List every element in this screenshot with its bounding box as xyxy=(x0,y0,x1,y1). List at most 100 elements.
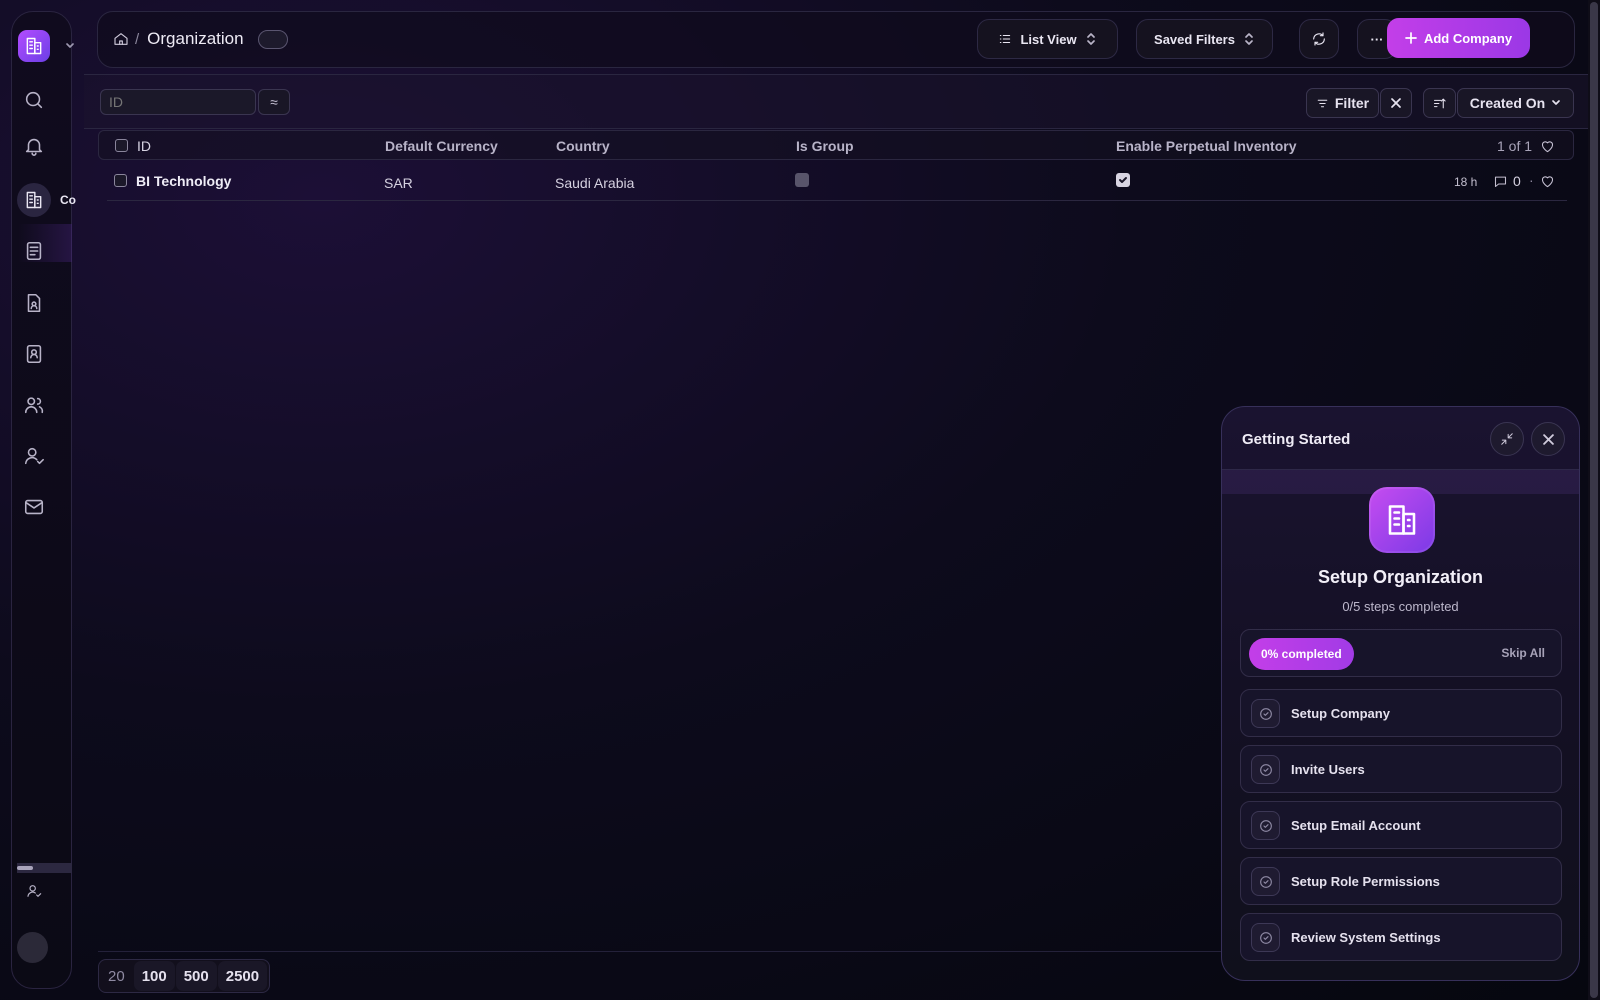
check-circle-icon xyxy=(1251,811,1280,840)
refresh-button[interactable] xyxy=(1299,19,1339,59)
table-row[interactable]: BI Technology SAR Saudi Arabia 18 h 0 · xyxy=(107,162,1567,201)
sort-field-select[interactable]: Created On xyxy=(1457,88,1574,118)
add-company-button[interactable]: Add Company xyxy=(1387,18,1530,58)
filter-icon xyxy=(1316,97,1329,110)
saved-filters-button[interactable]: Saved Filters xyxy=(1136,19,1273,59)
page-size-500[interactable]: 500 xyxy=(175,961,217,991)
check-circle-icon xyxy=(1251,755,1280,784)
filter-bar: ≈ Filter Created On xyxy=(84,74,1589,129)
approx-operator-button[interactable]: ≈ xyxy=(258,89,290,115)
cell-is-group-checkbox xyxy=(795,173,809,187)
cell-country: Saudi Arabia xyxy=(555,175,635,191)
column-header-id[interactable]: ID xyxy=(137,138,151,154)
list-view-button[interactable]: List View xyxy=(977,19,1118,59)
filter-label: Filter xyxy=(1334,95,1370,111)
comment-icon[interactable] xyxy=(1493,174,1508,189)
id-filter-input[interactable] xyxy=(100,89,256,115)
meta-separator: · xyxy=(1529,172,1534,188)
step-label: Review System Settings xyxy=(1291,930,1441,945)
cell-currency: SAR xyxy=(384,175,413,191)
step-setup-company[interactable]: Setup Company xyxy=(1240,689,1562,737)
sort-icon xyxy=(1432,96,1447,111)
plus-icon xyxy=(1405,32,1417,44)
breadcrumb-separator: / xyxy=(135,30,140,48)
column-header-currency[interactable]: Default Currency xyxy=(385,138,498,154)
step-review-system-settings[interactable]: Review System Settings xyxy=(1240,913,1562,961)
cell-id[interactable]: BI Technology xyxy=(136,173,231,189)
progress-pill: 0% completed xyxy=(1249,638,1354,670)
row-like-icon[interactable] xyxy=(1540,174,1555,188)
step-label: Setup Role Permissions xyxy=(1291,874,1440,889)
step-label: Invite Users xyxy=(1291,762,1365,777)
filter-button[interactable]: Filter xyxy=(1306,88,1379,118)
steps-progress-text: 0/5 steps completed xyxy=(1342,599,1459,614)
minimize-button[interactable] xyxy=(1490,422,1524,456)
heart-icon[interactable] xyxy=(1540,139,1555,153)
sidebar-scrollbar-thumb[interactable] xyxy=(17,866,33,870)
sort-direction-button[interactable] xyxy=(1423,88,1456,118)
check-circle-icon xyxy=(1251,699,1280,728)
step-invite-users[interactable]: Invite Users xyxy=(1240,745,1562,793)
top-bar: / Organization List View Saved Filters ·… xyxy=(97,11,1575,68)
more-icon: ··· xyxy=(1370,31,1384,47)
record-count: 1 of 1 xyxy=(1497,138,1533,154)
user-check-icon[interactable] xyxy=(20,442,48,470)
comment-count: 0 xyxy=(1513,173,1521,189)
close-icon xyxy=(1391,98,1401,108)
bell-icon[interactable] xyxy=(20,132,48,160)
page-title[interactable]: Organization xyxy=(147,29,243,49)
file-user-icon[interactable] xyxy=(20,289,48,317)
sidebar: Co xyxy=(11,11,76,989)
page-scrollbar-thumb[interactable] xyxy=(1590,2,1598,998)
add-company-label: Add Company xyxy=(1423,30,1513,46)
clear-filter-button[interactable] xyxy=(1380,88,1412,118)
step-label: Setup Email Account xyxy=(1291,818,1421,833)
close-icon xyxy=(1542,433,1554,445)
page-size-20[interactable]: 20 xyxy=(100,961,133,991)
column-header-perpetual-inventory[interactable]: Enable Perpetual Inventory xyxy=(1116,138,1297,154)
minimize-icon xyxy=(1500,432,1514,446)
document-icon[interactable] xyxy=(20,237,48,265)
skip-all-button[interactable]: Skip All xyxy=(1501,646,1545,660)
building-icon xyxy=(17,183,51,217)
getting-started-panel: Getting Started Setup Organization 0/5 s… xyxy=(1221,406,1580,981)
refresh-icon xyxy=(1311,31,1327,47)
avatar[interactable] xyxy=(17,932,48,963)
contact-book-icon[interactable] xyxy=(20,340,48,368)
chevron-updown-icon xyxy=(1243,32,1255,46)
home-icon[interactable] xyxy=(113,31,129,47)
user-settings-icon[interactable] xyxy=(23,880,45,902)
app-logo-icon[interactable] xyxy=(18,30,50,62)
panel-title: Getting Started xyxy=(1242,431,1351,448)
step-label: Setup Company xyxy=(1291,706,1390,721)
users-icon[interactable] xyxy=(20,391,48,419)
sidebar-item-label: Co xyxy=(60,193,76,207)
modified-time: 18 h xyxy=(1454,175,1478,189)
close-panel-button[interactable] xyxy=(1531,422,1565,456)
select-all-checkbox[interactable] xyxy=(115,139,128,152)
check-circle-icon xyxy=(1251,923,1280,952)
breadcrumb: / Organization xyxy=(113,29,288,49)
search-icon[interactable] xyxy=(20,86,48,114)
page-size-selector: 20 100 500 2500 xyxy=(98,959,271,993)
step-setup-email-account[interactable]: Setup Email Account xyxy=(1240,801,1562,849)
chevron-down-icon xyxy=(1551,98,1561,108)
organization-icon xyxy=(1369,487,1435,553)
sidebar-item-company[interactable]: Co xyxy=(17,183,76,231)
progress-bar: 0% completed Skip All xyxy=(1240,629,1562,677)
chevron-updown-icon xyxy=(1085,32,1097,46)
chevron-down-icon[interactable] xyxy=(65,41,75,51)
page-size-2500[interactable]: 2500 xyxy=(217,961,268,991)
mail-icon[interactable] xyxy=(20,493,48,521)
title-toggle[interactable] xyxy=(257,29,288,49)
table-header: ID Default Currency Country Is Group Ena… xyxy=(98,130,1574,160)
step-setup-role-permissions[interactable]: Setup Role Permissions xyxy=(1240,857,1562,905)
page-size-100[interactable]: 100 xyxy=(133,961,175,991)
column-header-country[interactable]: Country xyxy=(556,138,610,154)
column-header-is-group[interactable]: Is Group xyxy=(796,138,854,154)
row-checkbox[interactable] xyxy=(114,174,127,187)
saved-filters-label: Saved Filters xyxy=(1154,31,1235,47)
list-icon xyxy=(998,32,1012,46)
setup-name: Setup Organization xyxy=(1317,567,1483,587)
check-circle-icon xyxy=(1251,867,1280,896)
